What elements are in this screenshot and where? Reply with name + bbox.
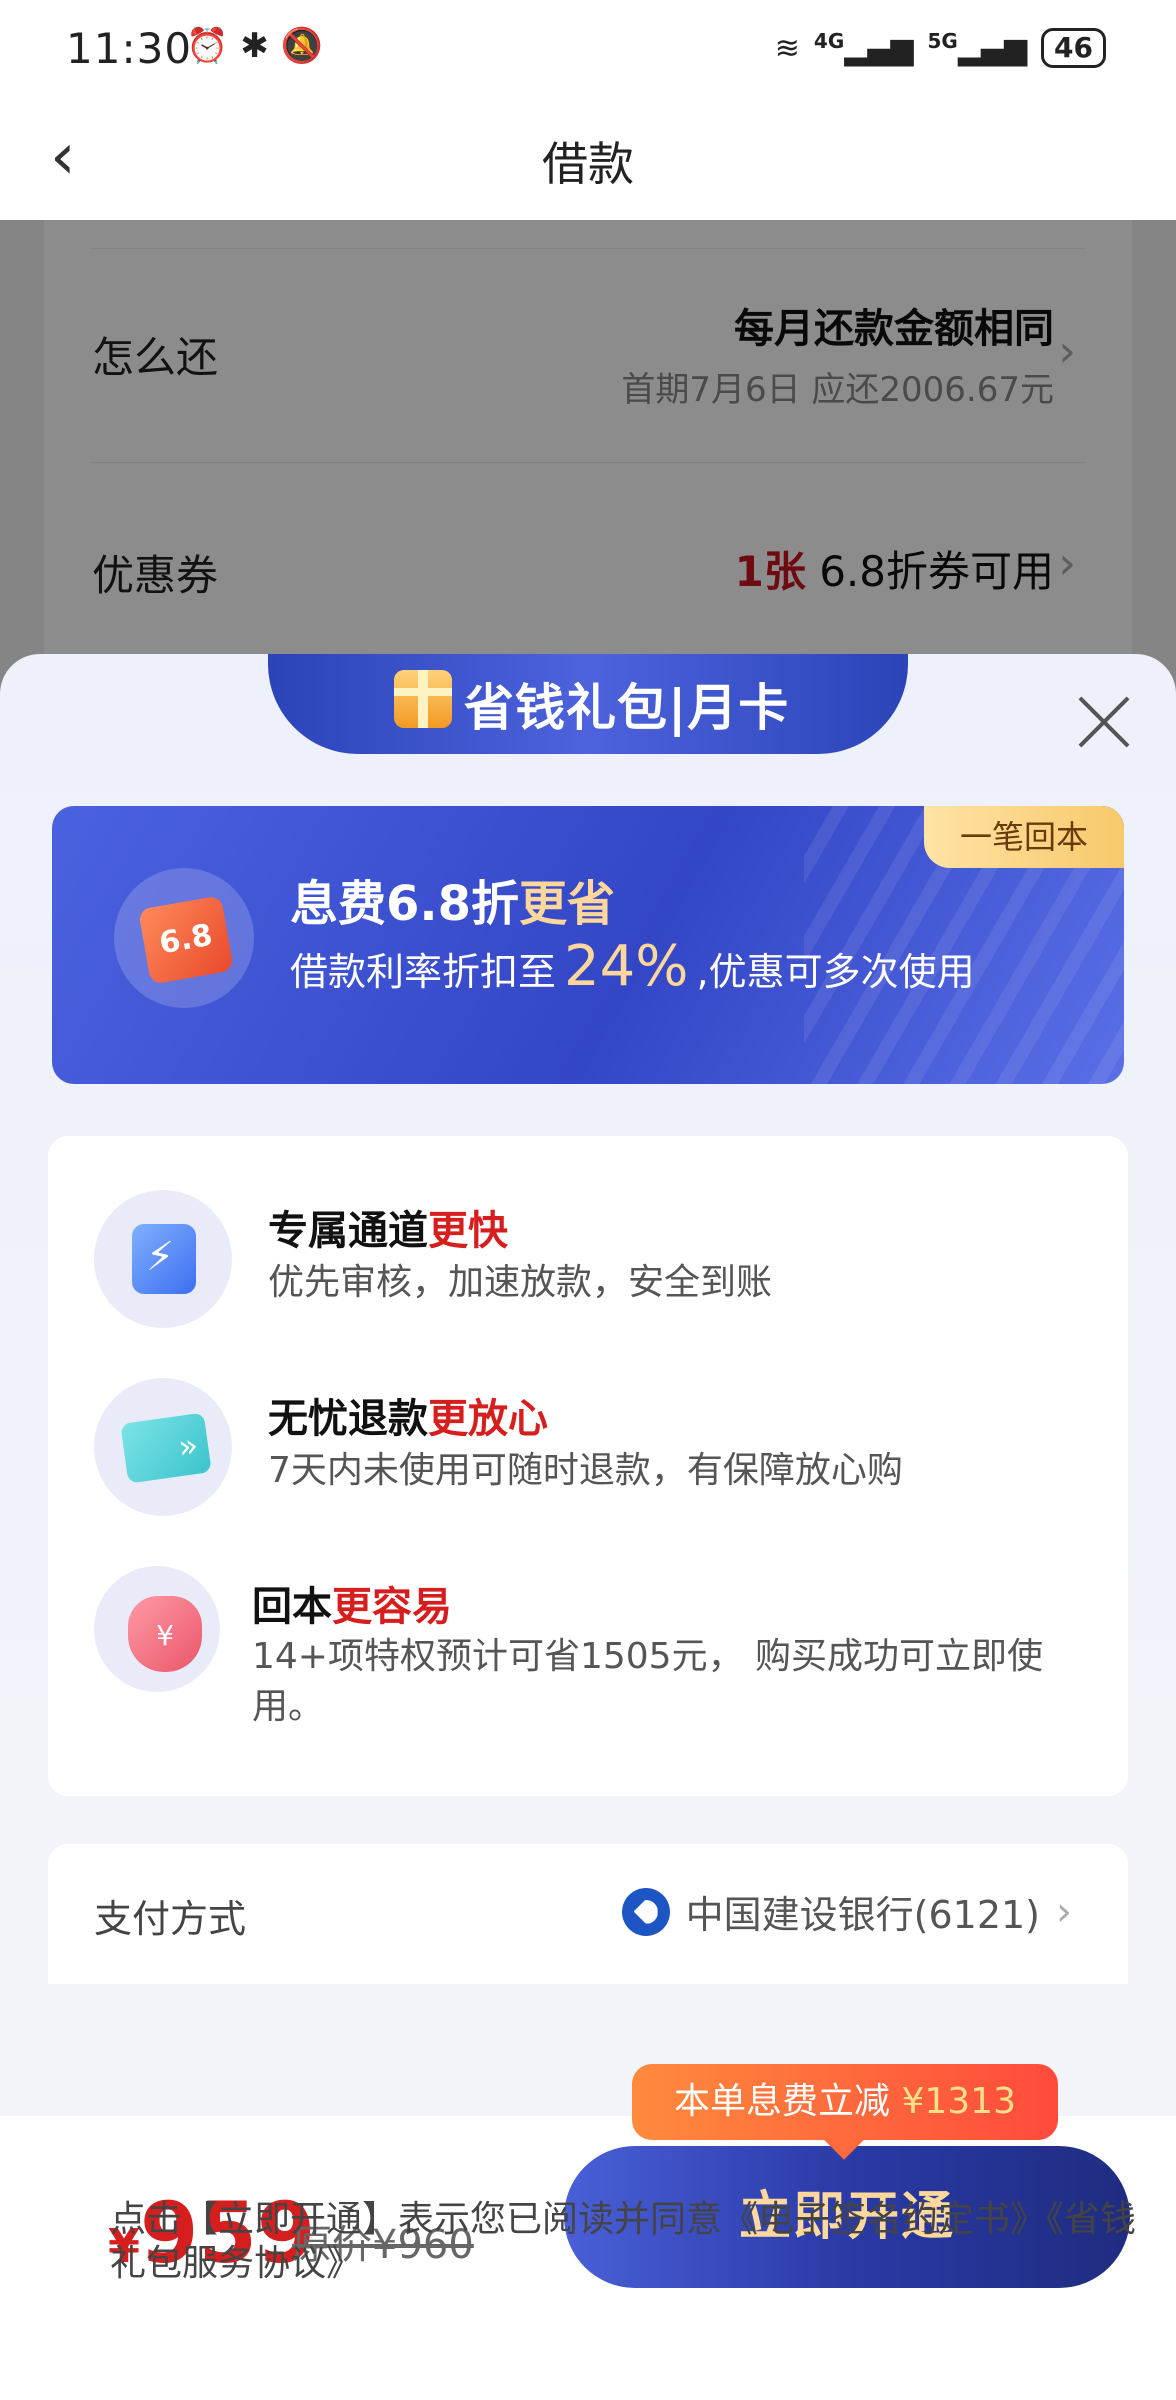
ccb-bank-icon xyxy=(621,1887,670,1936)
payment-method-row[interactable]: 支付方式 中国建设银行(6121) › xyxy=(48,1844,1128,1984)
chevron-right-icon: › xyxy=(1056,1888,1072,1935)
benefit-title: 专属通道更快 xyxy=(268,1208,508,1254)
payment-label: 支付方式 xyxy=(94,1897,247,1941)
money-bag-icon: ¥ xyxy=(94,1566,220,1692)
status-icons-right: ≋ 4G▂▄▆ 5G▂▄▆ 46 xyxy=(775,28,1106,68)
sheet-title-tab: 省钱礼包|月卡 xyxy=(268,654,908,754)
promo-subtitle: 借款利率折扣至 24% ,优惠可多次使用 xyxy=(290,934,975,999)
battery-icon: 46 xyxy=(1041,28,1106,68)
signal-4g-icon: 4G▂▄▆ xyxy=(813,29,914,67)
promo-title: 息费6.8折更省 xyxy=(290,876,616,932)
savings-tooltip: 本单息费立减 ¥1313 xyxy=(632,2064,1058,2140)
promo-badge: 一笔回本 xyxy=(924,806,1124,868)
mute-icon: 🔕 xyxy=(280,26,324,66)
status-bar: 11:30 ⏰ ✱ 🔕 ≋ 4G▂▄▆ 5G▂▄▆ 46 xyxy=(0,0,1176,100)
alarm-icon: ⏰ xyxy=(186,26,229,66)
signal-5g-icon: 5G▂▄▆ xyxy=(927,29,1028,67)
benefit-desc: 优先审核，加速放款，安全到账 xyxy=(268,1262,773,1303)
promo-banner: 一笔回本 6.8 息费6.8折更省 借款利率折扣至 24% ,优惠可多次使用 xyxy=(52,806,1124,1084)
benefit-desc: 7天内未使用可随时退款，有保障放心购 xyxy=(268,1450,903,1491)
status-icons-left: ⏰ ✱ 🔕 xyxy=(186,26,323,66)
discount-ticket-label: 6.8 xyxy=(138,895,234,985)
benefit-title: 无忧退款更放心 xyxy=(268,1396,548,1442)
gift-icon xyxy=(394,670,452,728)
wifi-icon: ≋ xyxy=(774,30,800,66)
benefit-title: 回本更容易 xyxy=(252,1584,452,1630)
benefits-card: 专属通道更快 优先审核，加速放款，安全到账 无忧退款更放心 7天内未使用可随时退… xyxy=(48,1136,1128,1796)
sheet-title: 省钱礼包|月卡 xyxy=(464,679,790,737)
payment-bank[interactable]: 中国建设银行(6121) › xyxy=(621,1884,1072,1939)
benefit-desc: 14+项特权预计可省1505元， 购买成功可立即使用。 xyxy=(252,1636,1044,1727)
agreement-text[interactable]: 点击【立即开通】表示您已阅读并同意《电子签名约定书》《省钱礼包服务协议》 xyxy=(110,2198,1170,2286)
nav-bar: ‹ 借款 xyxy=(0,100,1176,220)
card-icon xyxy=(94,1378,232,1516)
lightning-icon xyxy=(94,1190,232,1328)
close-icon[interactable] xyxy=(1076,694,1132,750)
page-title: 借款 xyxy=(542,137,634,191)
discount-ticket-icon: 6.8 xyxy=(114,868,254,1008)
bank-name: 中国建设银行(6121) xyxy=(685,1893,1040,1937)
bluetooth-icon: ✱ xyxy=(240,26,269,66)
status-time: 11:30 xyxy=(66,24,193,73)
